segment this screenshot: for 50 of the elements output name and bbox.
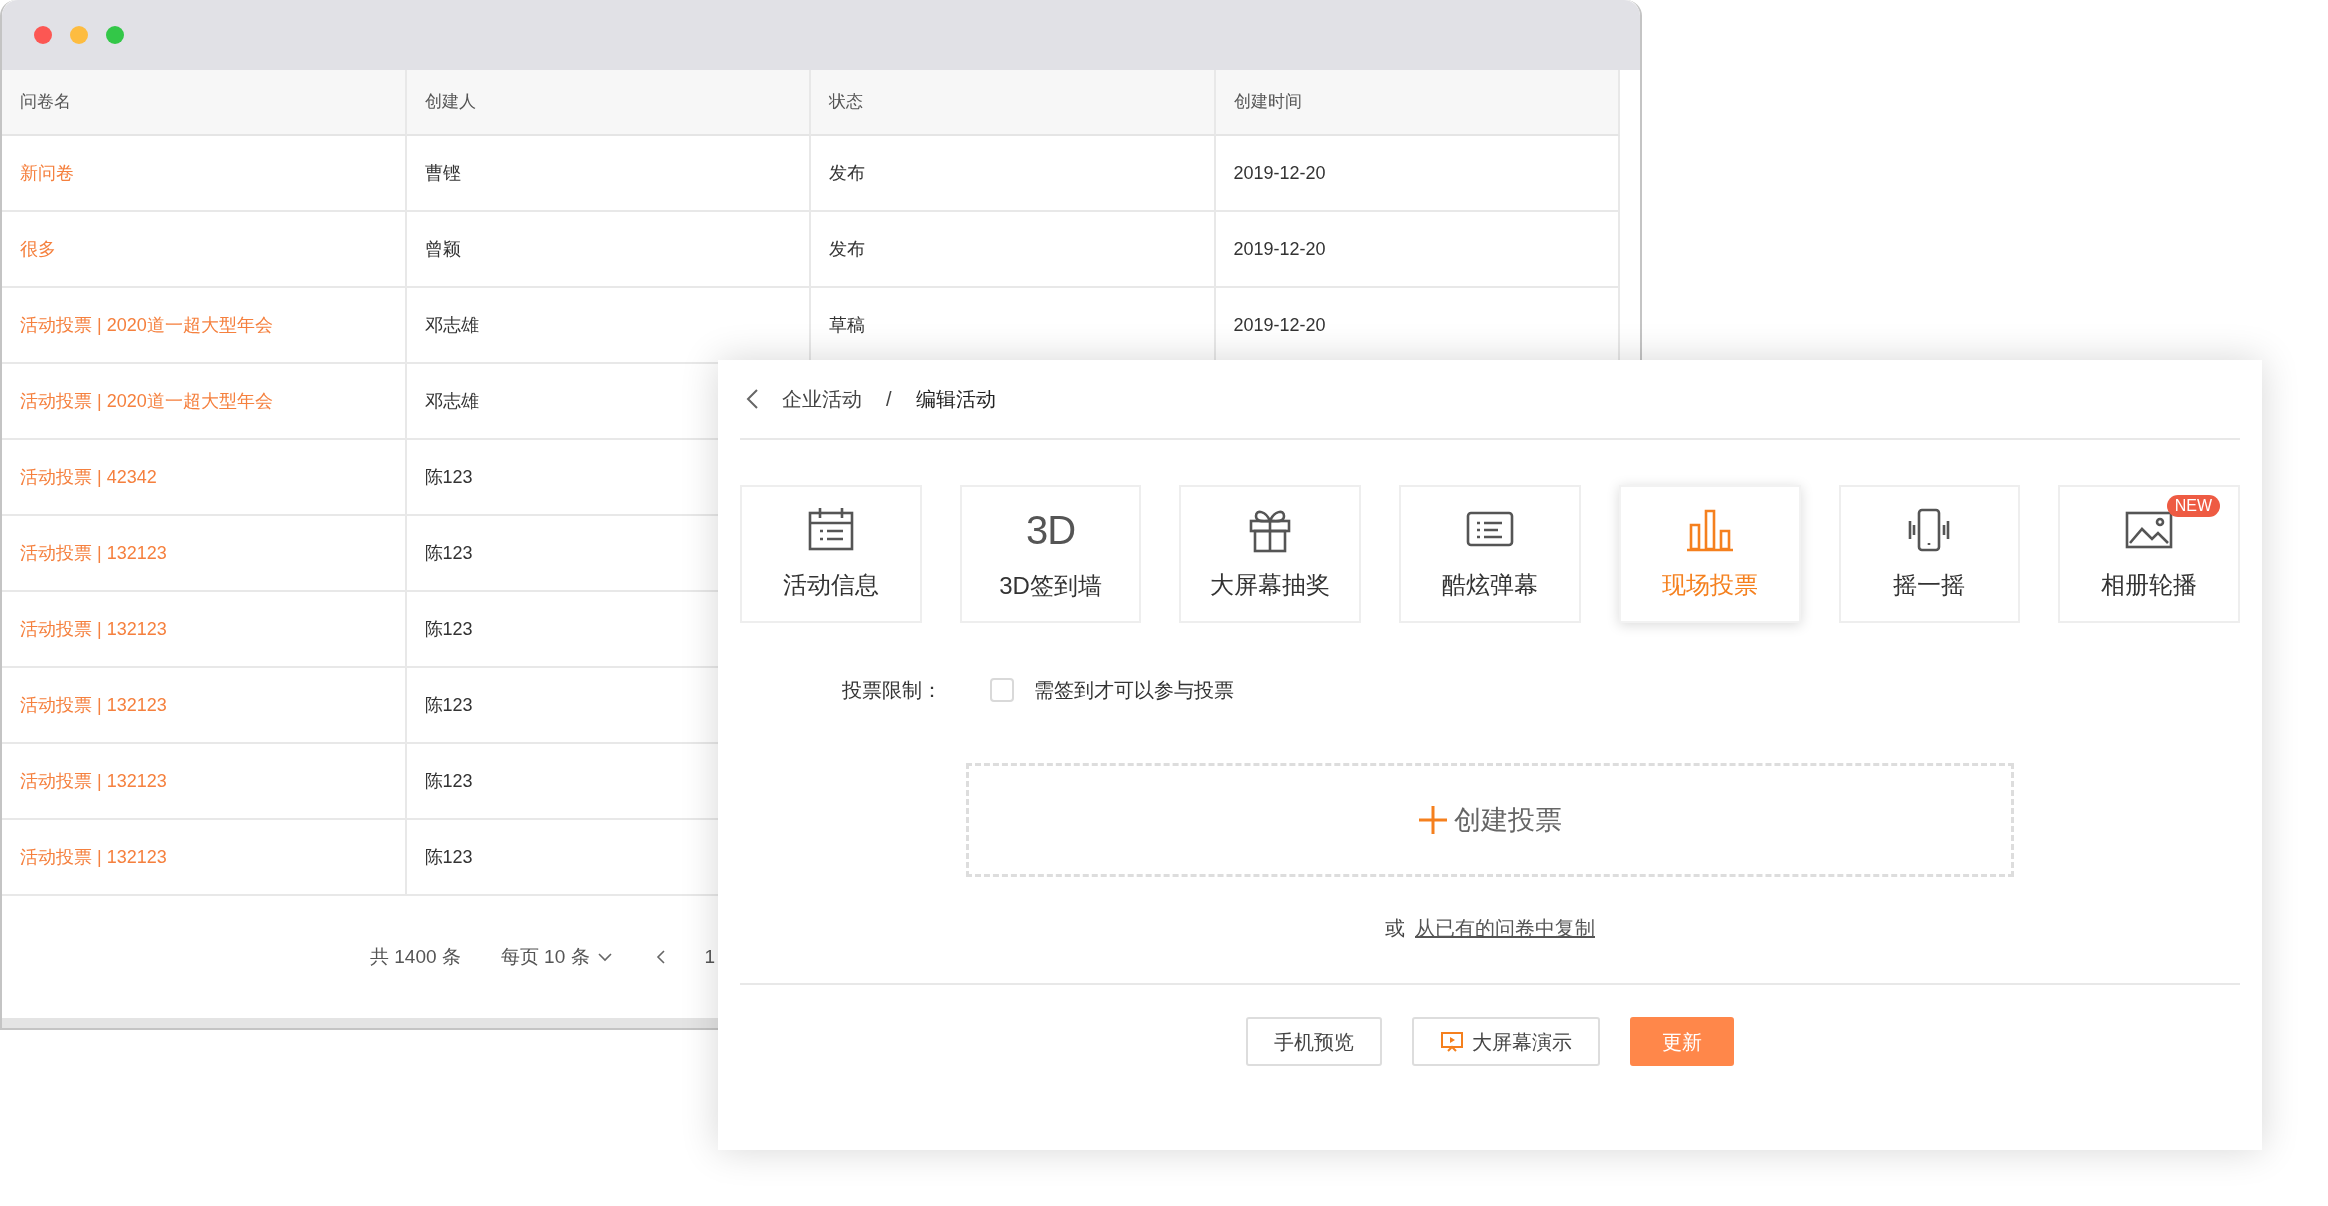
close-button[interactable] — [34, 26, 52, 44]
table-cell-text: 陈123 — [424, 845, 473, 869]
new-badge: NEW — [2166, 495, 2221, 517]
column-header[interactable]: 状态 — [811, 70, 1216, 136]
column-header[interactable]: 问卷名 — [2, 70, 407, 136]
breadcrumb-current: 编辑活动 — [915, 387, 996, 412]
3d-icon: 3D — [1026, 504, 1076, 556]
table-cell-text: 2019-12-20 — [1233, 161, 1326, 185]
table-cell-text: 邓志雄 — [424, 313, 479, 337]
plus-icon — [1418, 805, 1448, 835]
column-header[interactable]: 创建时间 — [1215, 70, 1620, 136]
page-size-select[interactable]: 每页 10 条 — [500, 942, 612, 972]
table-cell-text: 2019-12-20 — [1233, 237, 1326, 261]
present-button[interactable]: 大屏幕演示 — [1412, 1017, 1600, 1066]
create-vote-button[interactable]: 创建投票 — [966, 763, 2014, 877]
column-header[interactable]: 创建人 — [406, 70, 811, 136]
chevron-down-icon — [597, 952, 612, 962]
breadcrumb-link[interactable]: 企业活动 — [782, 384, 862, 414]
table-cell-text: 陈123 — [424, 693, 473, 717]
maximize-button[interactable] — [106, 26, 124, 44]
table-cell-text: 发布 — [829, 237, 865, 261]
table-cell-text: 陈123 — [424, 465, 473, 489]
module-tile[interactable]: 大屏幕抽奖 — [1179, 485, 1362, 623]
checkbox-label[interactable]: 需签到才可以参与投票 — [1034, 675, 1234, 705]
table-cell-text: 2019-12-20 — [1233, 313, 1326, 337]
total-count: 共 1400 条 — [370, 944, 461, 969]
module-tile[interactable]: 酷炫弹幕 — [1399, 485, 1581, 623]
module-tile[interactable]: NEW 相册轮播 — [2058, 485, 2241, 623]
checkbox[interactable] — [990, 678, 1014, 702]
table-cell-text: 邓志雄 — [424, 389, 479, 413]
field-label: 投票限制： — [842, 678, 942, 703]
previous-page-icon[interactable] — [655, 950, 665, 964]
preview-button[interactable]: 手机预览 — [1246, 1017, 1382, 1066]
table-cell-text: 发布 — [829, 161, 865, 185]
table-cell-text: 陈123 — [424, 541, 473, 565]
table-cell-text: 陈123 — [424, 769, 473, 793]
module-tile[interactable]: 3D 3D签到墙 — [959, 485, 1142, 623]
table-cell-text: 陈123 — [424, 617, 473, 641]
table-cell-text: 曾颖 — [424, 237, 461, 261]
minimize-button[interactable] — [70, 26, 88, 44]
back-icon[interactable] — [746, 389, 758, 409]
breadcrumb-separator: / — [886, 387, 892, 412]
presentation-icon — [1440, 1030, 1464, 1053]
module-tile[interactable]: 活动信息 — [740, 485, 922, 623]
or-text: 或 — [1385, 916, 1405, 941]
copy-from-survey-link[interactable]: 从已有的问卷中复制 — [1415, 913, 1595, 943]
module-tile[interactable]: 摇一摇 — [1838, 485, 2021, 623]
page-number[interactable]: 1 — [704, 942, 716, 972]
table-cell-text: 草稿 — [829, 313, 865, 337]
table-cell-text: 曹铿 — [424, 161, 461, 185]
